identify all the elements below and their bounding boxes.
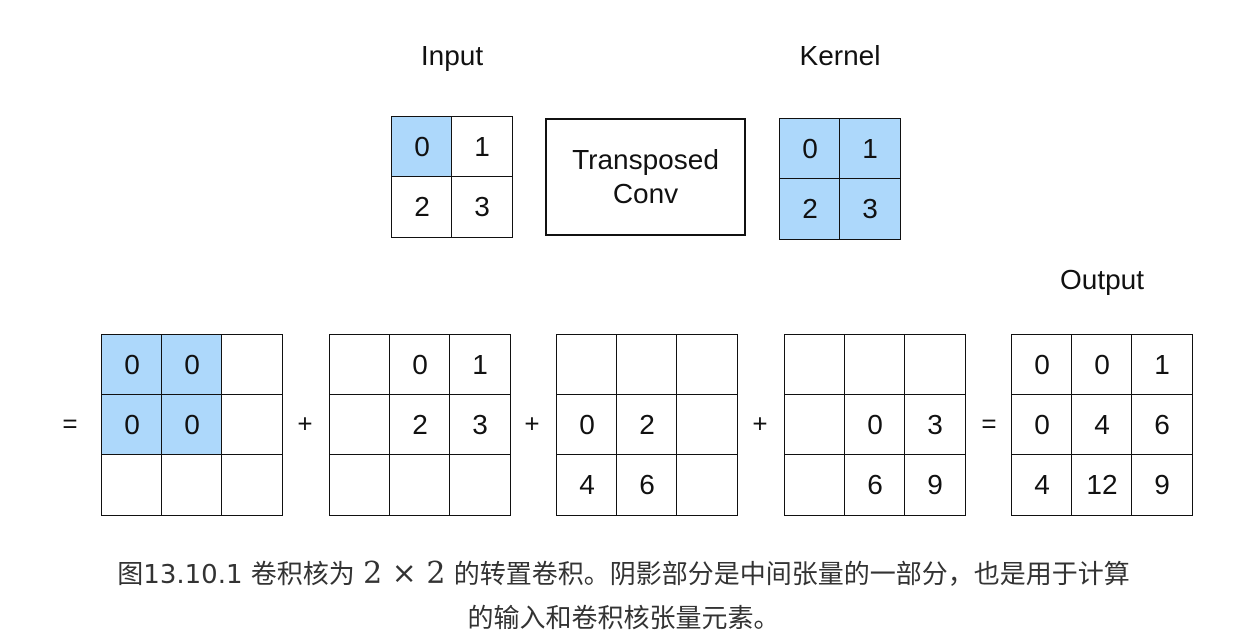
kernel-cell: 3 — [839, 178, 901, 240]
partial-cell — [784, 394, 846, 456]
input-cell: 2 — [391, 176, 453, 238]
partial-cell: 4 — [556, 454, 618, 516]
output-cell: 1 — [1131, 334, 1193, 396]
partial-cell: 0 — [101, 334, 163, 396]
kernel-cell: 0 — [779, 118, 841, 180]
kernel-cell: 2 — [779, 178, 841, 240]
partial-cell — [389, 454, 451, 516]
partial-cell — [784, 454, 846, 516]
input-matrix: 0 1 2 3 — [391, 116, 513, 238]
partial-cell — [329, 334, 391, 396]
caption-suffix: 的转置卷积。阴影部分是中间张量的一部分，也是用于计算 — [445, 560, 1130, 590]
output-cell: 0 — [1011, 394, 1073, 456]
partial-cell — [221, 394, 283, 456]
kernel-label: Kernel — [799, 40, 881, 71]
caption-line-1: 图13.10.1 卷积核为 2 × 2 的转置卷积。阴影部分是中间张量的一部分，… — [0, 552, 1247, 597]
partial-cell — [221, 334, 283, 396]
output-cell: 6 — [1131, 394, 1193, 456]
output-cell: 0 — [1011, 334, 1073, 396]
partial-cell — [329, 394, 391, 456]
partial-cell — [676, 334, 738, 396]
kernel-matrix: 0 1 2 3 — [779, 118, 901, 240]
operation-line1: Transposed — [572, 144, 719, 175]
partial-cell: 0 — [161, 334, 223, 396]
partial-matrix-1: 0 0 0 0 — [101, 334, 283, 516]
partial-cell: 2 — [616, 394, 678, 456]
transposed-conv-box: Transposed Conv — [545, 118, 746, 236]
partial-cell — [161, 454, 223, 516]
caption-line-2: 的输入和卷积核张量元素。 — [467, 604, 780, 634]
partial-cell: 1 — [449, 334, 511, 396]
caption-math: 2 × 2 — [363, 556, 446, 591]
output-cell: 4 — [1011, 454, 1073, 516]
kernel-cell: 1 — [839, 118, 901, 180]
partial-cell: 0 — [389, 334, 451, 396]
output-matrix: 0 0 1 0 4 6 4 12 9 — [1011, 334, 1193, 516]
input-cell: 3 — [451, 176, 513, 238]
partial-matrix-2: 0 1 2 3 — [329, 334, 511, 516]
caption-prefix: 图13.10.1 卷积核为 — [117, 560, 364, 590]
partial-cell: 0 — [844, 394, 906, 456]
partial-matrix-4: 0 3 6 9 — [784, 334, 966, 516]
partial-cell — [676, 454, 738, 516]
output-cell: 9 — [1131, 454, 1193, 516]
partial-cell — [616, 334, 678, 396]
partial-cell — [221, 454, 283, 516]
partial-cell: 2 — [389, 394, 451, 456]
output-cell: 12 — [1071, 454, 1133, 516]
operation-line2: Conv — [612, 178, 679, 209]
input-cell: 1 — [451, 116, 513, 178]
figure-caption: 图13.10.1 卷积核为 2 × 2 的转置卷积。阴影部分是中间张量的一部分，… — [0, 552, 1247, 641]
partial-cell: 0 — [101, 394, 163, 456]
input-label: Input — [420, 40, 484, 71]
partial-cell — [556, 334, 618, 396]
partial-cell — [844, 334, 906, 396]
partial-cell: 3 — [904, 394, 966, 456]
partial-cell: 3 — [449, 394, 511, 456]
partial-cell: 9 — [904, 454, 966, 516]
partial-cell — [784, 334, 846, 396]
partial-cell — [676, 394, 738, 456]
plus-sign: + — [524, 408, 540, 439]
partial-cell: 0 — [161, 394, 223, 456]
output-label: Output — [1059, 264, 1145, 295]
equals-sign: = — [62, 408, 78, 439]
partial-cell — [329, 454, 391, 516]
partial-cell — [904, 334, 966, 396]
partial-matrix-3: 0 2 4 6 — [556, 334, 738, 516]
partial-cell — [449, 454, 511, 516]
partial-cell: 0 — [556, 394, 618, 456]
output-cell: 0 — [1071, 334, 1133, 396]
equals-sign: = — [981, 408, 997, 439]
partial-cell: 6 — [616, 454, 678, 516]
partial-cell — [101, 454, 163, 516]
partial-cell: 6 — [844, 454, 906, 516]
input-cell: 0 — [391, 116, 453, 178]
plus-sign: + — [752, 408, 768, 439]
output-cell: 4 — [1071, 394, 1133, 456]
plus-sign: + — [297, 408, 313, 439]
